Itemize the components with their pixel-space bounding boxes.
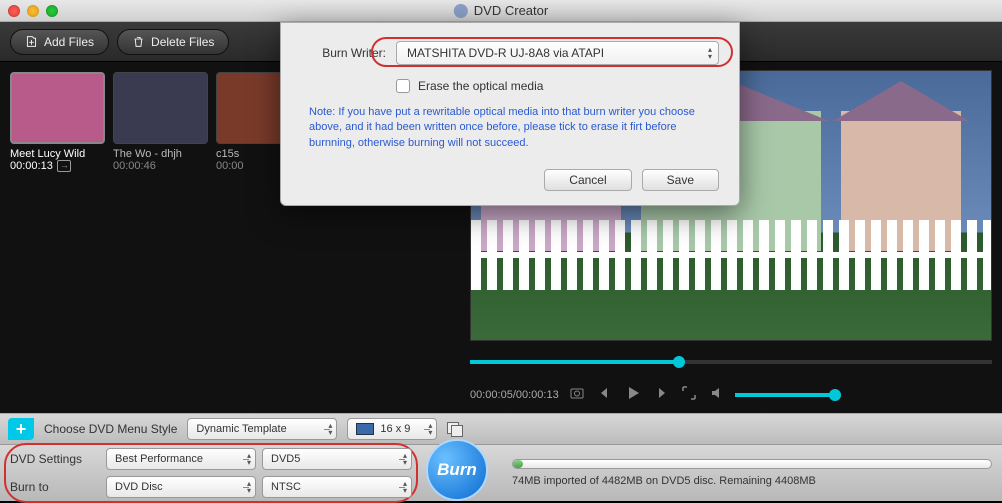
maximize-icon[interactable] — [46, 5, 58, 17]
playback-controls: 00:00:05/00:00:13 — [470, 383, 992, 407]
burn-button[interactable]: Burn — [426, 439, 488, 501]
titlebar: DVD Creator — [0, 0, 1002, 22]
settings-block: DVD Settings Best Performance▴▾ DVD5▴▾ B… — [10, 447, 412, 499]
prev-icon[interactable] — [597, 385, 613, 406]
seek-slider[interactable] — [470, 360, 992, 364]
erase-checkbox[interactable] — [396, 79, 410, 93]
disc-type-select[interactable]: DVD5▴▾ — [262, 448, 412, 470]
export-icon[interactable] — [57, 160, 71, 172]
add-files-label: Add Files — [44, 35, 94, 49]
burn-settings-bar: DVD Settings Best Performance▴▾ DVD5▴▾ B… — [0, 445, 1002, 501]
delete-files-button[interactable]: Delete Files — [117, 29, 229, 55]
burn-writer-dialog: Burn Writer: MATSHITA DVD-R UJ-8A8 via A… — [280, 22, 740, 206]
next-icon[interactable] — [653, 385, 669, 406]
clip-item[interactable]: The Wo - dhjh 00:00:46 — [113, 72, 208, 172]
progress-area: 74MB imported of 4482MB on DVD5 disc. Re… — [512, 459, 992, 487]
clip-item[interactable]: Meet Lucy Wild 00:00:13 — [10, 72, 105, 172]
delete-icon — [132, 35, 145, 48]
clip-duration: 00:00:13 — [10, 160, 105, 172]
burn-writer-select[interactable]: MATSHITA DVD-R UJ-8A8 via ATAPI▴▾ — [396, 41, 719, 65]
play-icon[interactable] — [625, 385, 641, 406]
add-files-button[interactable]: Add Files — [10, 29, 109, 55]
aspect-icon — [356, 423, 374, 435]
volume-slider[interactable] — [735, 393, 835, 397]
playback-bar — [470, 347, 992, 377]
add-file-icon — [25, 35, 38, 48]
burn-to-label: Burn to — [10, 480, 100, 494]
app-icon — [454, 4, 468, 18]
clip-title: Meet Lucy Wild — [10, 148, 105, 160]
menu-style-label: Choose DVD Menu Style — [44, 422, 177, 436]
progress-bar — [512, 459, 992, 469]
clip-title: The Wo - dhjh — [113, 148, 208, 160]
menu-style-bar: + Choose DVD Menu Style Dynamic Template… — [0, 413, 1002, 445]
volume-icon[interactable] — [709, 385, 725, 406]
close-icon[interactable] — [8, 5, 20, 17]
cancel-button[interactable]: Cancel — [544, 169, 631, 191]
clip-thumbnail — [113, 72, 208, 144]
time-display: 00:00:05/00:00:13 — [470, 389, 559, 401]
window-title-text: DVD Creator — [474, 3, 548, 18]
clip-duration: 00:00:46 — [113, 160, 208, 172]
erase-label: Erase the optical media — [418, 79, 543, 93]
save-button[interactable]: Save — [642, 169, 719, 191]
delete-files-label: Delete Files — [151, 35, 214, 49]
window-title: DVD Creator — [454, 3, 548, 18]
burn-writer-label: Burn Writer: — [301, 46, 386, 60]
dialog-note: Note: If you have put a rewritable optic… — [309, 105, 719, 151]
duplicate-icon[interactable] — [447, 422, 463, 436]
snapshot-icon[interactable] — [569, 385, 585, 406]
template-select[interactable]: Dynamic Template▴▾ — [187, 418, 337, 440]
clip-thumbnail — [10, 72, 105, 144]
tv-standard-select[interactable]: NTSC▴▾ — [262, 476, 412, 498]
minimize-icon[interactable] — [27, 5, 39, 17]
burn-target-select[interactable]: DVD Disc▴▾ — [106, 476, 256, 498]
add-menu-button[interactable]: + — [8, 418, 34, 440]
aspect-select[interactable]: 16 x 9▴▾ — [347, 418, 437, 440]
fullscreen-icon[interactable] — [681, 385, 697, 406]
window-controls — [8, 5, 58, 17]
progress-text: 74MB imported of 4482MB on DVD5 disc. Re… — [512, 475, 992, 487]
quality-select[interactable]: Best Performance▴▾ — [106, 448, 256, 470]
dvd-settings-label: DVD Settings — [10, 452, 100, 466]
